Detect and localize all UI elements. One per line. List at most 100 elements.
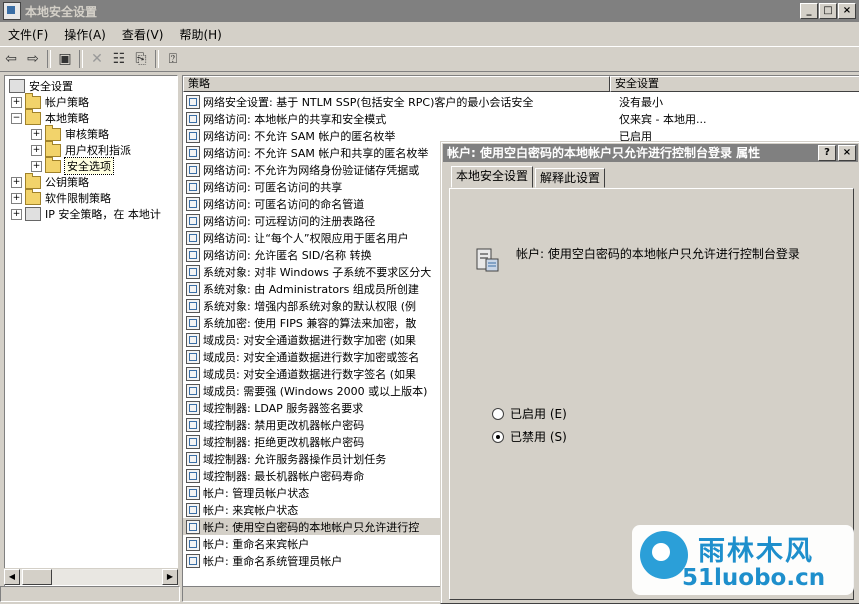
table-row[interactable]: 网络访问: 本地帐户的共享和安全模式 仅来宾 - 本地用... bbox=[183, 110, 859, 127]
radio-button-checked[interactable] bbox=[492, 430, 504, 443]
policy-icon bbox=[186, 417, 200, 432]
menu-view[interactable]: 查看(V) bbox=[114, 26, 172, 43]
policy-icon bbox=[186, 451, 200, 466]
tree-item-ip-security[interactable]: + IP 安全策略，在 本地计 bbox=[11, 206, 161, 222]
tree-item-label: 安全选项 bbox=[64, 157, 114, 175]
policy-icon bbox=[186, 502, 200, 517]
delete-icon[interactable]: ✕ bbox=[86, 49, 108, 69]
tree-item-account-policies[interactable]: + 帐户策略 bbox=[11, 92, 89, 110]
help-icon[interactable]: ⍰ bbox=[162, 49, 184, 69]
menu-bar: 文件(F) 操作(A) 查看(V) 帮助(H) bbox=[0, 24, 859, 44]
tree-item-public-key[interactable]: + 公钥策略 bbox=[11, 172, 89, 190]
tab-explain[interactable]: 解释此设置 bbox=[535, 168, 606, 188]
radio-button[interactable] bbox=[492, 407, 504, 420]
policy-icon bbox=[186, 349, 200, 364]
tree-item-label: 软件限制策略 bbox=[45, 192, 111, 205]
tree-horizontal-scrollbar[interactable]: ◀ ▶ bbox=[4, 568, 178, 585]
radio-label: 已启用 (E) bbox=[510, 407, 567, 421]
expand-plus-icon[interactable]: + bbox=[11, 96, 22, 108]
maximize-button[interactable]: □ bbox=[819, 3, 837, 19]
status-cell bbox=[182, 586, 444, 602]
scroll-left-icon[interactable]: ◀ bbox=[4, 569, 20, 585]
policy-icon bbox=[186, 179, 200, 194]
policy-icon bbox=[186, 519, 200, 534]
watermark-brand-en: 51luobo.cn bbox=[682, 565, 826, 591]
dialog-close-button[interactable]: × bbox=[838, 145, 856, 161]
policy-icon bbox=[186, 298, 200, 313]
scroll-right-icon[interactable]: ▶ bbox=[162, 569, 178, 585]
mmc-window: 本地安全设置 _ □ × 文件(F) 操作(A) 查看(V) 帮助(H) ⇦ ⇨… bbox=[0, 0, 859, 604]
tree-item-label: 审核策略 bbox=[65, 128, 109, 141]
tree-item-label: 安全设置 bbox=[29, 80, 73, 93]
radio-label: 已禁用 (S) bbox=[510, 430, 567, 444]
folder-icon bbox=[45, 140, 61, 157]
dialog-title: 帐户: 使用空白密码的本地帐户只允许进行控制台登录 属性 bbox=[443, 144, 858, 162]
policy-icon bbox=[186, 400, 200, 415]
expand-plus-icon[interactable]: + bbox=[31, 128, 42, 140]
up-folder-icon[interactable]: ▣ bbox=[54, 49, 76, 69]
policy-icon bbox=[186, 196, 200, 211]
watermark-logo-icon bbox=[640, 531, 688, 579]
policy-icon bbox=[186, 94, 200, 109]
policy-name-cell: 网络访问: 本地帐户的共享和安全模式 bbox=[203, 112, 387, 126]
tree-item-security-settings[interactable]: 安全设置 bbox=[9, 78, 73, 94]
close-button[interactable]: × bbox=[838, 3, 856, 19]
policy-icon bbox=[186, 315, 200, 330]
scroll-thumb[interactable] bbox=[22, 569, 52, 585]
tree-item-label: IP 安全策略，在 本地计 bbox=[45, 208, 161, 221]
tab-local-security-setting[interactable]: 本地安全设置 bbox=[451, 166, 534, 188]
properties-icon[interactable]: ☷ bbox=[108, 49, 130, 69]
export-icon[interactable]: ⎘ bbox=[130, 49, 152, 69]
folder-icon bbox=[25, 172, 41, 189]
policy-icon bbox=[186, 332, 200, 347]
toolbar-separator bbox=[155, 50, 159, 68]
tree-item-audit-policy[interactable]: + 审核策略 bbox=[31, 124, 109, 142]
policy-icon bbox=[186, 145, 200, 160]
security-settings-app-icon bbox=[3, 2, 21, 20]
policy-icon bbox=[186, 128, 200, 143]
table-row[interactable]: 网络安全设置: 基于 NTLM SSP(包括安全 RPC)客户的最小会话安全 没有… bbox=[183, 93, 859, 110]
forward-arrow-icon[interactable]: ⇨ bbox=[22, 49, 44, 69]
column-header-security-setting[interactable]: 安全设置 bbox=[610, 76, 859, 92]
column-header-policy[interactable]: 策略 bbox=[183, 76, 610, 92]
tree-item-software-restriction[interactable]: + 软件限制策略 bbox=[11, 188, 111, 206]
policy-icon bbox=[186, 553, 200, 568]
window-controls: _ □ × bbox=[800, 3, 856, 19]
ip-security-icon bbox=[25, 207, 41, 221]
expand-plus-icon[interactable]: + bbox=[31, 144, 42, 156]
minimize-button[interactable]: _ bbox=[800, 3, 818, 19]
watermark-brand-cn: 雨林木风 bbox=[698, 536, 814, 567]
console-tree: 安全设置 + 帐户策略 − 本地策略 + 审核策略 + 用户权利指派 + 安全选… bbox=[4, 75, 178, 587]
collapse-minus-icon[interactable]: − bbox=[11, 112, 22, 124]
policy-icon bbox=[186, 281, 200, 296]
tree-item-security-options[interactable]: + 安全选项 bbox=[31, 156, 114, 175]
status-cell bbox=[0, 586, 180, 602]
expand-plus-icon[interactable]: + bbox=[31, 160, 42, 172]
toolbar-separator bbox=[79, 50, 83, 68]
expand-plus-icon[interactable]: + bbox=[11, 208, 22, 220]
menu-file[interactable]: 文件(F) bbox=[0, 26, 56, 43]
policy-icon bbox=[186, 485, 200, 500]
expand-plus-icon[interactable]: + bbox=[11, 192, 22, 204]
menu-action[interactable]: 操作(A) bbox=[56, 26, 114, 43]
policy-icon bbox=[186, 162, 200, 177]
radio-enabled[interactable]: 已启用 (E) bbox=[492, 405, 567, 422]
policy-icon bbox=[186, 536, 200, 551]
tree-item-label: 用户权利指派 bbox=[65, 144, 131, 157]
security-settings-icon bbox=[9, 79, 25, 93]
policy-value-cell: 仅来宾 - 本地用... bbox=[619, 112, 707, 126]
menu-help[interactable]: 帮助(H) bbox=[171, 26, 229, 43]
tree-item-label: 公钥策略 bbox=[45, 176, 89, 189]
dialog-tabs: 本地安全设置 解释此设置 bbox=[451, 166, 607, 188]
policy-value-cell: 没有最小 bbox=[619, 95, 663, 109]
toolbar: ⇦ ⇨ ▣ ✕ ☷ ⎘ ⍰ bbox=[0, 46, 859, 72]
back-arrow-icon[interactable]: ⇦ bbox=[0, 49, 22, 69]
tree-item-label: 帐户策略 bbox=[45, 96, 89, 109]
help-button[interactable]: ? bbox=[818, 145, 836, 161]
policy-icon bbox=[186, 383, 200, 398]
folder-icon bbox=[25, 108, 41, 125]
radio-disabled[interactable]: 已禁用 (S) bbox=[492, 428, 567, 445]
server-policy-icon bbox=[476, 248, 499, 272]
policy-icon bbox=[186, 366, 200, 381]
expand-plus-icon[interactable]: + bbox=[11, 176, 22, 188]
